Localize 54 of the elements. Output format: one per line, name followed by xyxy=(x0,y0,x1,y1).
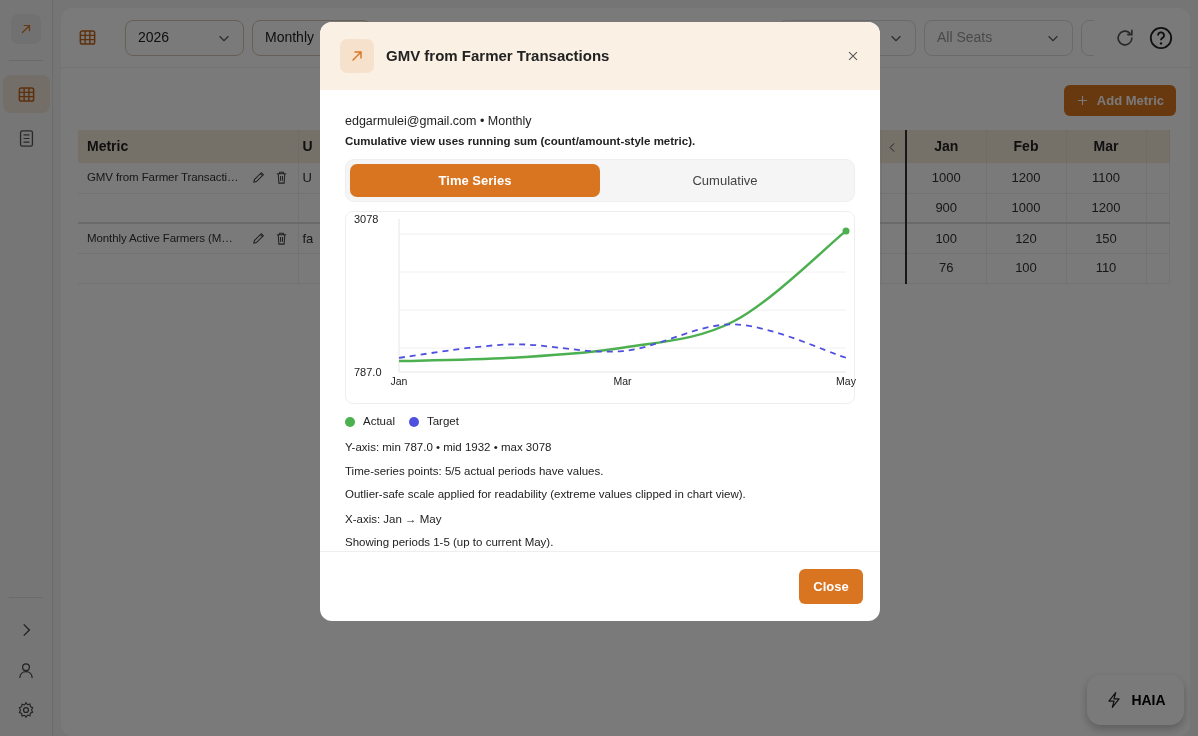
column-header: Metric xyxy=(87,138,129,154)
info-text: Showing periods 1-5 (up to current May). xyxy=(345,535,555,551)
close-icon[interactable] xyxy=(846,49,860,63)
table-cell: 100 xyxy=(935,230,958,246)
table-cell: 1000 xyxy=(1011,200,1041,215)
table-cell: 1200 xyxy=(1011,170,1041,185)
x-tick-label: Mar xyxy=(613,375,632,387)
table-cell: 1200 xyxy=(1091,200,1121,215)
plus-icon xyxy=(1075,94,1089,107)
legend-label: Actual xyxy=(363,414,395,429)
y-tick-label: 3078 xyxy=(354,213,379,225)
table-icon xyxy=(16,84,36,104)
edit-icon[interactable] xyxy=(250,230,266,246)
table-cell: 1100 xyxy=(1092,170,1120,185)
legend-label: Target xyxy=(426,414,459,429)
edit-icon[interactable] xyxy=(250,170,266,186)
x-tick-label: May xyxy=(836,375,856,387)
column-header: U xyxy=(302,138,313,154)
column-header: Feb xyxy=(1013,138,1039,154)
column-header: Mar xyxy=(1093,138,1119,154)
info-text: Outlier-safe scale applied for readability (extreme values clipped in chart view). xyxy=(345,486,747,502)
close-button[interactable]: Close xyxy=(799,569,863,604)
table-cell: 100 xyxy=(1015,260,1037,276)
x-tick-label: Jan xyxy=(390,375,408,387)
add-metric-button[interactable]: Add Metric xyxy=(1063,85,1176,116)
metric-name: Monthly Active Farmers (M… xyxy=(87,230,234,246)
tab[interactable]: Cumulative xyxy=(600,164,850,197)
table-cell: fa xyxy=(302,230,314,246)
table-cell: 900 xyxy=(935,200,958,215)
note: Cumulative view uses running sum (count/amount-style metric). xyxy=(345,133,697,149)
help-icon[interactable] xyxy=(1149,25,1173,50)
table-cell: U xyxy=(302,170,312,185)
arrow-icon xyxy=(19,22,33,36)
info-text: Y-axis: min 787.0 • mid 1932 • max 3078 xyxy=(345,440,553,456)
table-icon xyxy=(78,28,97,47)
dialog-title: GMV from Farmer Transactions xyxy=(386,45,611,66)
filter-select[interactable]: 2026 xyxy=(125,19,244,56)
table-cell: 120 xyxy=(1015,230,1037,246)
info-text: X-axis: Jan → May xyxy=(345,512,443,527)
subtitle: edgarmulei@gmail.com • Monthly xyxy=(345,113,533,130)
sidebar-item[interactable] xyxy=(2,75,50,113)
info-text: Time-series points: 5/5 actual periods have values. xyxy=(345,463,605,479)
assistant-button[interactable]: HAIA xyxy=(1087,675,1184,725)
settings-icon[interactable] xyxy=(17,701,35,719)
column-header: Jan xyxy=(934,138,959,154)
table-cell: 76 xyxy=(939,260,954,276)
y-tick-label: 787.0 xyxy=(354,366,382,378)
metric-name: GMV from Farmer Transacti… xyxy=(87,170,240,186)
user-icon[interactable] xyxy=(17,661,35,679)
table-cell: 110 xyxy=(1095,260,1117,276)
table-cell: 150 xyxy=(1095,230,1117,246)
tab[interactable]: Time Series xyxy=(350,164,600,197)
data-point xyxy=(842,227,850,235)
table-cell: 1000 xyxy=(931,170,961,185)
